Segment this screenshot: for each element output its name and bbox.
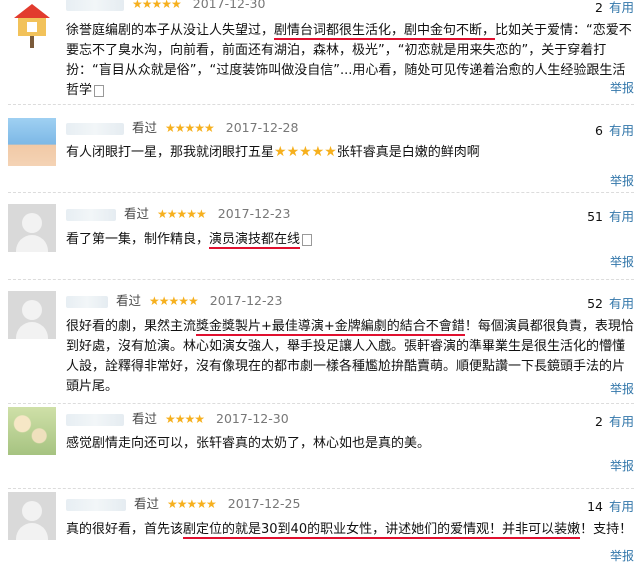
report-link[interactable]: 举报 [610,547,634,564]
watched-label: 看过 [131,120,157,135]
review-item: ★★★★★ 2017-12-30 2 有用 徐誉庭编剧的本子从没让人失望过，剧情… [0,0,640,104]
rating-stars: ★★★★★ [166,497,217,511]
username-blurred[interactable] [66,498,126,511]
useful-count: 2 [595,414,603,429]
watched-label: 看过 [115,293,141,308]
review-item: 看过 ★★★★★ 2017-12-23 51 有用 看了第一集，制作精良，演员演… [0,193,640,279]
review-text-part: ！支持！ [580,522,633,537]
watched-label: 看过 [133,496,159,511]
review-date: 2017-12-30 [192,0,266,11]
inline-star-emoji: ★★★★★ [274,144,337,160]
username-blurred[interactable] [66,0,124,11]
report-link[interactable]: 举报 [610,79,634,96]
rating-stars: ★★★★ [164,412,205,426]
rating-stars: ★★★★★ [148,294,199,308]
review-date: 2017-12-30 [216,411,289,426]
review-item: 看过 ★★★★ 2017-12-30 2 有用 感觉剧情走向还可以，张轩睿真的太… [0,404,640,488]
review-text: 很好看的劇，果然主流獎金獎製片+最佳導演+金牌編劇的結合不會錯！每個演員都很負責… [66,317,634,397]
expand-icon[interactable] [302,233,313,246]
user-avatar[interactable] [8,2,56,50]
review-text-part: 真的很好看，首先该 [66,522,184,537]
watched-label: 看过 [123,206,149,221]
review-text-part: 徐誉庭编剧的本子从没让人失望过， [66,23,275,38]
useful-label: 有用 [608,499,634,514]
review-text: 徐誉庭编剧的本子从没让人失望过，剧情台词都很生活化，剧中金句不断，比如关于爱情：… [66,21,634,101]
review-text-part: 有人闭眼打一星，那我就闭眼打五星 [66,145,275,160]
review-text-part: 很好看的劇，果然主流 [66,319,197,334]
review-text-part: 张轩睿真是白嫩的鲜肉啊 [336,145,480,160]
useful-vote[interactable]: 14 有用 [587,496,634,515]
review-date: 2017-12-28 [225,120,299,135]
house-icon [14,4,50,48]
useful-count: 51 [587,209,603,224]
username-blurred[interactable] [66,413,124,426]
review-date: 2017-12-23 [217,206,291,221]
useful-label: 有用 [608,123,634,138]
highlighted-text: 演员演技都在线 [209,232,301,249]
useful-vote[interactable]: 6 有用 [595,120,634,139]
rating-stars: ★★★★★ [131,0,182,11]
username-blurred[interactable] [66,122,124,135]
highlighted-text: 剧情台词都很生活化，剧中金句不断， [274,23,496,40]
review-date: 2017-12-25 [227,496,301,511]
useful-vote[interactable]: 52 有用 [587,293,634,312]
review-text: 看了第一集，制作精良，演员演技都在线 [66,230,634,250]
expand-icon[interactable] [94,84,105,97]
username-blurred[interactable] [66,208,116,221]
review-text: 真的很好看，首先该剧定位的就是30到40的职业女性，讲述她们的爱情观！并非可以装… [66,520,634,540]
useful-count: 14 [587,499,603,514]
useful-vote[interactable]: 2 有用 [595,0,634,16]
user-avatar[interactable] [8,204,56,252]
useful-label: 有用 [608,0,634,15]
review-text: 感觉剧情走向还可以，张轩睿真的太奶了，林心如也是真的美。 [66,434,634,454]
user-avatar[interactable] [8,407,56,455]
review-text: 有人闭眼打一星，那我就闭眼打五星★★★★★张轩睿真是白嫩的鲜肉啊 [66,142,634,163]
watched-label: 看过 [131,411,157,426]
highlighted-text: 剧定位的就是30到40的职业女性，讲述她们的爱情观！并非可以装嫩 [183,522,581,539]
useful-vote[interactable]: 51 有用 [587,206,634,225]
rating-stars: ★★★★★ [156,207,207,221]
review-date: 2017-12-23 [209,293,283,308]
report-link[interactable]: 举报 [610,253,634,270]
user-avatar[interactable] [8,118,56,166]
highlighted-text: 獎金獎製片+最佳導演+金牌編劇的結合不會錯 [196,319,465,336]
useful-vote[interactable]: 2 有用 [595,411,634,430]
useful-label: 有用 [608,296,634,311]
report-link[interactable]: 举报 [610,380,634,397]
useful-label: 有用 [608,209,634,224]
useful-count: 6 [595,123,603,138]
useful-count: 2 [595,0,603,15]
useful-label: 有用 [608,414,634,429]
review-item: 看过 ★★★★★ 2017-12-23 52 有用 很好看的劇，果然主流獎金獎製… [0,280,640,403]
rating-stars: ★★★★★ [164,121,215,135]
user-avatar[interactable] [8,291,56,339]
review-text-part: 感觉剧情走向还可以，张轩睿真的太奶了，林心如也是真的美。 [66,436,431,451]
review-item: 看过 ★★★★★ 2017-12-25 14 有用 真的很好看，首先该剧定位的就… [0,489,640,569]
review-item: 看过 ★★★★★ 2017-12-28 6 有用 有人闭眼打一星，那我就闭眼打五… [0,105,640,192]
report-link[interactable]: 举报 [610,172,634,189]
username-blurred[interactable] [66,295,108,308]
report-link[interactable]: 举报 [610,457,634,474]
useful-count: 52 [587,296,603,311]
review-text-part: 看了第一集，制作精良， [66,232,210,247]
user-avatar[interactable] [8,492,56,540]
